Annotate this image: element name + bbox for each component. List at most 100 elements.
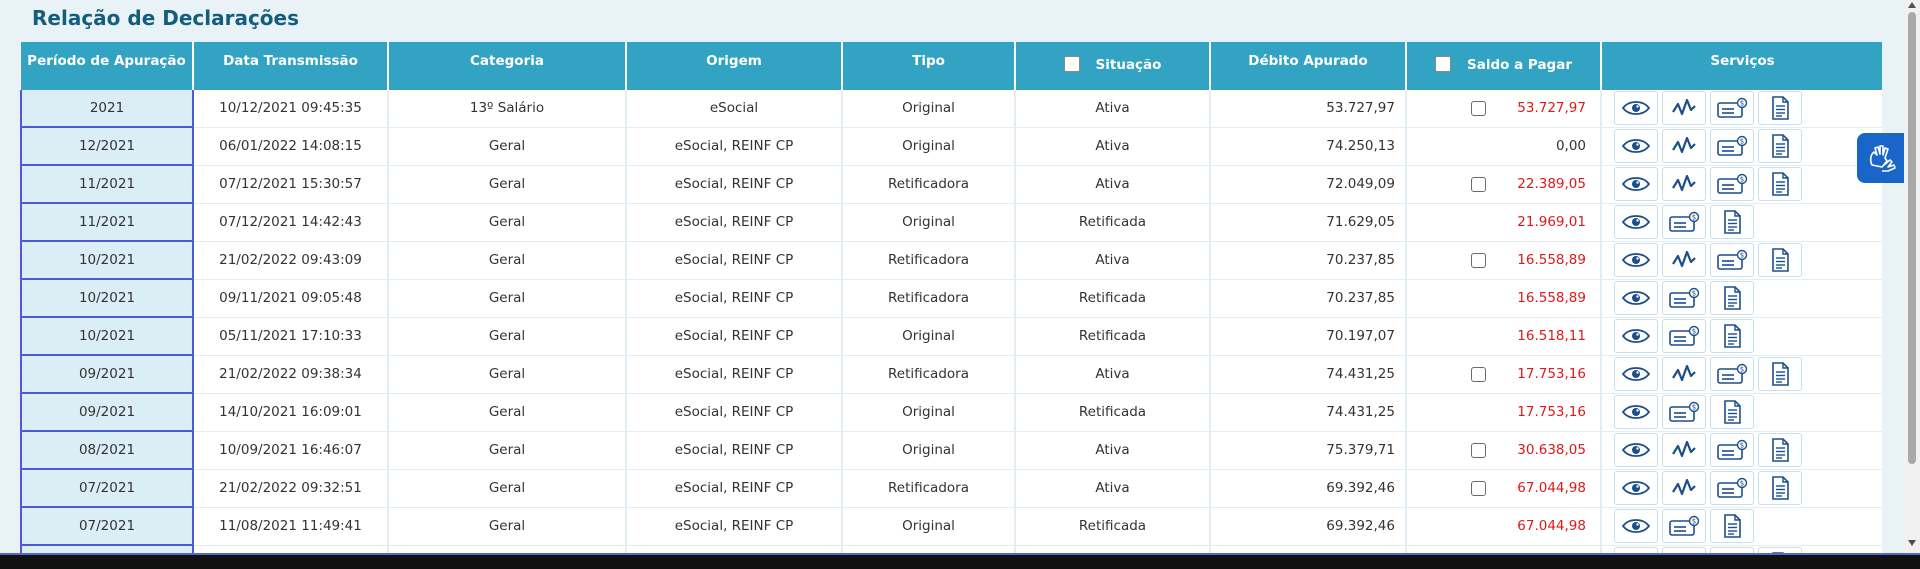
cell-origem: eSocial, REINF CP [625, 355, 842, 394]
view-button[interactable] [1614, 91, 1658, 126]
col-header-saldo-a-pagar[interactable]: Saldo a Pagar [1405, 42, 1601, 90]
page-scrollbar[interactable] [1904, 0, 1920, 558]
view-button[interactable] [1614, 433, 1658, 467]
chart-button[interactable] [1662, 357, 1706, 391]
cell-debito-apurado: 74.431,25 [1209, 393, 1406, 432]
col-header-periodo[interactable]: Período de Apuração [21, 42, 193, 90]
payment-slip-button[interactable]: $ [1662, 281, 1706, 315]
document-button[interactable] [1758, 433, 1802, 467]
situacao-select-all-checkbox[interactable] [1063, 56, 1080, 72]
view-button[interactable] [1614, 205, 1658, 239]
document-button[interactable] [1710, 319, 1754, 353]
col-header-tipo[interactable]: Tipo [841, 42, 1015, 90]
cell-periodo[interactable]: 11/2021 [20, 165, 194, 204]
row-select-checkbox[interactable] [1471, 101, 1486, 116]
scroll-up-arrow-icon[interactable] [1908, 2, 1916, 8]
view-button[interactable] [1614, 471, 1658, 505]
col-header-categoria[interactable]: Categoria [387, 42, 626, 90]
chart-icon [1672, 174, 1696, 192]
payment-slip-button[interactable]: $ [1710, 167, 1754, 201]
cell-debito-apurado: 70.237,85 [1209, 241, 1406, 280]
saldo-value: 16.558,89 [1517, 290, 1586, 306]
document-button[interactable] [1758, 471, 1802, 505]
cell-periodo[interactable]: 07/2021 [20, 507, 194, 546]
saldo-value: 22.389,05 [1517, 176, 1586, 192]
table-header-row: Período de Apuração Data Transmissão Cat… [21, 42, 1882, 90]
cell-periodo[interactable]: 10/2021 [20, 317, 194, 356]
cell-situacao: Ativa [1014, 165, 1210, 204]
document-button[interactable] [1758, 167, 1802, 201]
payment-slip-button[interactable]: $ [1662, 395, 1706, 429]
scrollbar-thumb[interactable] [1908, 12, 1916, 464]
payment-slip-button[interactable]: $ [1710, 357, 1754, 391]
cell-categoria: Geral [387, 203, 626, 242]
document-button[interactable] [1710, 509, 1754, 543]
cell-periodo[interactable]: 09/2021 [20, 393, 194, 432]
row-select-checkbox[interactable] [1471, 252, 1486, 268]
cell-data-transmissao: 21/02/2022 09:38:34 [192, 355, 388, 394]
document-button[interactable] [1710, 395, 1754, 429]
row-select-checkbox[interactable] [1471, 176, 1486, 192]
chart-button[interactable] [1662, 167, 1706, 201]
cell-categoria: 13º Salário [387, 90, 626, 128]
payment-slip-button[interactable]: $ [1662, 205, 1706, 239]
payment-slip-button[interactable]: $ [1710, 129, 1754, 163]
cell-periodo[interactable]: 10/2021 [20, 279, 194, 318]
pay-icon: $ [1669, 287, 1700, 308]
saldo-select-all-checkbox[interactable] [1435, 56, 1451, 72]
cell-periodo[interactable]: 2021 [20, 90, 194, 128]
col-header-data-transmissao[interactable]: Data Transmissão [192, 42, 388, 90]
view-button[interactable] [1614, 357, 1658, 391]
view-button[interactable] [1614, 319, 1658, 353]
col-header-origem[interactable]: Origem [625, 42, 842, 90]
chart-button[interactable] [1662, 243, 1706, 277]
scroll-down-arrow-icon[interactable] [1908, 540, 1916, 546]
row-select-checkbox[interactable] [1471, 480, 1486, 496]
document-button[interactable] [1758, 91, 1802, 126]
payment-slip-button[interactable]: $ [1662, 509, 1706, 543]
chart-button[interactable] [1662, 91, 1706, 126]
view-button[interactable] [1614, 509, 1658, 543]
cell-servicos: $ [1600, 127, 1882, 166]
payment-slip-button[interactable]: $ [1710, 433, 1754, 467]
view-button[interactable] [1614, 129, 1658, 163]
view-button[interactable] [1614, 281, 1658, 315]
document-button[interactable] [1758, 243, 1802, 277]
cell-periodo[interactable]: 08/2021 [20, 431, 194, 470]
row-select-checkbox[interactable] [1471, 366, 1486, 382]
payment-slip-button[interactable]: $ [1662, 319, 1706, 353]
saldo-value: 67.044,98 [1517, 518, 1586, 534]
document-button[interactable] [1758, 357, 1802, 391]
view-button[interactable] [1614, 395, 1658, 429]
cell-periodo[interactable]: 11/2021 [20, 203, 194, 242]
view-icon [1621, 253, 1651, 267]
accessibility-sign-language-button[interactable] [1857, 133, 1907, 183]
document-button[interactable] [1710, 281, 1754, 315]
cell-situacao: Retificada [1014, 507, 1210, 546]
svg-text:$: $ [1740, 480, 1744, 488]
document-button[interactable] [1758, 129, 1802, 163]
cell-situacao: Ativa [1014, 469, 1210, 508]
chart-icon [1672, 136, 1696, 154]
payment-slip-button[interactable]: $ [1710, 243, 1754, 277]
cell-periodo[interactable]: 12/2021 [20, 127, 194, 166]
col-header-situacao[interactable]: Situação [1014, 42, 1210, 90]
cell-periodo[interactable]: 09/2021 [20, 355, 194, 394]
document-button[interactable] [1710, 205, 1754, 239]
cell-data-transmissao: 14/10/2021 16:09:01 [192, 393, 388, 432]
chart-button[interactable] [1662, 129, 1706, 163]
row-select-checkbox[interactable] [1471, 442, 1486, 458]
cell-periodo[interactable]: 10/2021 [20, 241, 194, 280]
col-header-debito-apurado[interactable]: Débito Apurado [1209, 42, 1406, 90]
cell-periodo[interactable]: 07/2021 [20, 469, 194, 508]
payment-slip-button[interactable]: $ [1710, 91, 1754, 126]
view-button[interactable] [1614, 243, 1658, 277]
chart-button[interactable] [1662, 471, 1706, 505]
svg-text:$: $ [1692, 518, 1696, 526]
cell-saldo-a-pagar: 16.518,11 [1405, 317, 1601, 356]
view-button[interactable] [1614, 167, 1658, 201]
cell-data-transmissao: 07/12/2021 15:30:57 [192, 165, 388, 204]
chart-button[interactable] [1662, 433, 1706, 467]
taskbar-strip [0, 555, 1920, 569]
payment-slip-button[interactable]: $ [1710, 471, 1754, 505]
